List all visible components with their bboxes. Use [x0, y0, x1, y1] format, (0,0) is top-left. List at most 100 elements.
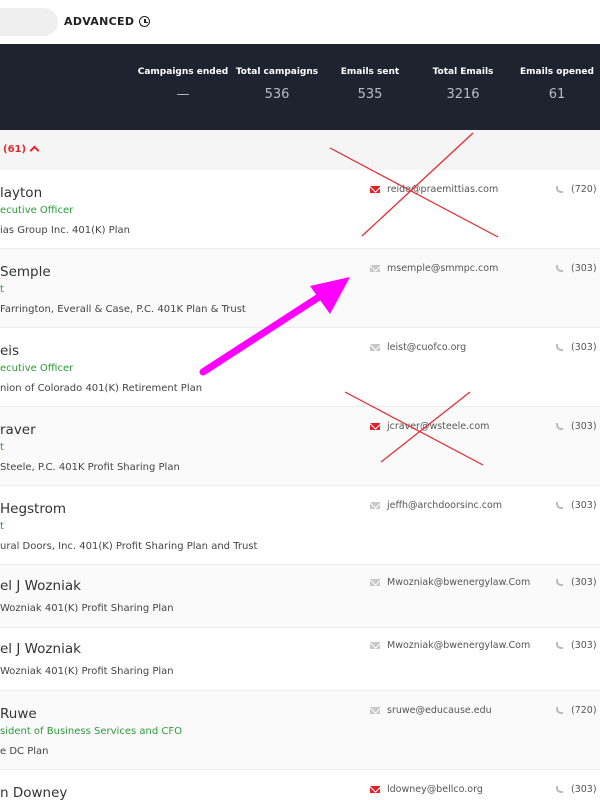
contact-row[interactable]: Semple t Farrington, Everall & Case, P.C… [0, 249, 600, 328]
stat-total-campaigns: Total campaigns 536 [227, 67, 327, 102]
search-input[interactable] [0, 8, 58, 36]
stat-label: Campaigns ended [137, 67, 229, 77]
envelope-icon [370, 265, 380, 272]
chevron-up-icon[interactable] [29, 145, 40, 156]
contact-plan: ias Group Inc. 401(K) Plan [0, 225, 130, 236]
contact-row[interactable]: el J Wozniak Wozniak 401(K) Profit Shari… [0, 565, 600, 628]
advanced-label: ADVANCED [64, 15, 135, 28]
contact-name[interactable]: el J Wozniak [0, 578, 81, 594]
contact-phone[interactable]: (303) 6 [556, 784, 600, 795]
contact-title: ecutive Officer [0, 205, 74, 216]
stat-emails-sent: Emails sent 535 [320, 67, 420, 102]
contact-title: sident of Business Services and CFO [0, 726, 182, 737]
phone-icon [556, 423, 563, 430]
contact-phone[interactable]: (303) 4 [556, 577, 600, 588]
stat-label: Total Emails [432, 67, 494, 77]
contact-phone[interactable]: (720) 4 [556, 705, 600, 716]
envelope-icon [370, 186, 380, 193]
contact-name[interactable]: eis [0, 343, 19, 359]
contact-row[interactable]: el J Wozniak Wozniak 401(K) Profit Shari… [0, 628, 600, 691]
email-address[interactable]: jeffh@archdoorsinc.com [387, 500, 502, 511]
contact-email[interactable]: ldowney@bellco.org [370, 784, 483, 795]
contact-plan: nion of Colorado 401(K) Retirement Plan [0, 383, 203, 394]
phone-number[interactable]: (303) 5 [571, 263, 600, 274]
contact-name[interactable]: Ruwe [0, 706, 37, 722]
phone-icon [556, 786, 563, 793]
stat-label: Emails opened [520, 67, 594, 77]
phone-number[interactable]: (303) 6 [571, 784, 600, 795]
envelope-icon [370, 642, 380, 649]
contact-email[interactable]: jeffh@archdoorsinc.com [370, 500, 502, 511]
email-address[interactable]: msemple@smmpc.com [387, 263, 498, 274]
contact-phone[interactable]: (303) 5 [556, 263, 600, 274]
phone-number[interactable]: (303) 8 [571, 342, 600, 353]
phone-number[interactable]: (303) 4 [571, 577, 600, 588]
phone-icon [556, 707, 563, 714]
contact-name[interactable]: layton [0, 185, 42, 201]
contact-email[interactable]: Mwozniak@bwenergylaw.Com [370, 577, 530, 588]
contact-email[interactable]: jcraver@wsteele.com [370, 421, 489, 432]
contact-row[interactable]: Ruwe sident of Business Services and CFO… [0, 691, 600, 770]
contact-phone[interactable]: (303) 3 [556, 500, 600, 511]
clock-icon [139, 16, 151, 27]
phone-number[interactable]: (720) 4 [571, 705, 600, 716]
envelope-icon [370, 579, 380, 586]
phone-icon [556, 265, 563, 272]
phone-icon [556, 502, 563, 509]
email-address[interactable]: ldowney@bellco.org [387, 784, 483, 795]
email-address[interactable]: jcraver@wsteele.com [387, 421, 489, 432]
stat-value: 61 [548, 87, 566, 102]
contact-title: t [0, 442, 4, 453]
group-count: (61) [3, 144, 27, 155]
contact-plan: ural Doors, Inc. 401(K) Profit Sharing P… [0, 541, 258, 552]
contact-phone[interactable]: (720) 3 [556, 184, 600, 195]
advanced-button[interactable]: ADVANCED [64, 15, 151, 28]
contact-row[interactable]: eis ecutive Officer nion of Colorado 401… [0, 328, 600, 407]
stats-bar: Campaigns ended — Total campaigns 536 Em… [0, 44, 600, 130]
stat-label: Total campaigns [235, 67, 319, 77]
contact-phone[interactable]: (303) 8 [556, 342, 600, 353]
contact-row[interactable]: n Downey ldowney@bellco.org (303) 6 [0, 770, 600, 800]
phone-icon [556, 186, 563, 193]
contact-email[interactable]: Mwozniak@bwenergylaw.Com [370, 640, 530, 651]
envelope-icon [370, 707, 380, 714]
email-address[interactable]: sruwe@educause.edu [387, 705, 492, 716]
phone-number[interactable]: (303) 2 [571, 421, 600, 432]
contact-name[interactable]: n Downey [0, 785, 67, 800]
contact-email[interactable]: leist@cuofco.org [370, 342, 466, 353]
contact-phone[interactable]: (303) 4 [556, 640, 600, 651]
stat-value: 535 [357, 87, 383, 102]
group-header[interactable]: (61) [0, 130, 600, 170]
contact-name[interactable]: el J Wozniak [0, 641, 81, 657]
contact-email[interactable]: reide@praemittias.com [370, 184, 498, 195]
email-address[interactable]: leist@cuofco.org [387, 342, 466, 353]
contact-name[interactable]: raver [0, 422, 36, 438]
contact-phone[interactable]: (303) 2 [556, 421, 600, 432]
contact-email[interactable]: sruwe@educause.edu [370, 705, 492, 716]
envelope-icon [370, 502, 380, 509]
phone-number[interactable]: (303) 3 [571, 500, 600, 511]
contact-plan: Wozniak 401(K) Profit Sharing Plan [0, 666, 174, 677]
email-address[interactable]: reide@praemittias.com [387, 184, 498, 195]
phone-icon [556, 579, 563, 586]
contact-row[interactable]: raver t Steele, P.C. 401K Profit Sharing… [0, 407, 600, 486]
contact-row[interactable]: Hegstrom t ural Doors, Inc. 401(K) Profi… [0, 486, 600, 565]
contact-title: ecutive Officer [0, 363, 74, 374]
stat-value: — [176, 87, 190, 102]
phone-number[interactable]: (303) 4 [571, 640, 600, 651]
phone-icon [556, 642, 563, 649]
phone-icon [556, 344, 563, 351]
contact-name[interactable]: Semple [0, 264, 51, 280]
stat-label: Emails sent [340, 67, 400, 77]
email-address[interactable]: Mwozniak@bwenergylaw.Com [387, 577, 530, 588]
contact-plan: Wozniak 401(K) Profit Sharing Plan [0, 603, 174, 614]
phone-number[interactable]: (720) 3 [571, 184, 600, 195]
contact-email[interactable]: msemple@smmpc.com [370, 263, 498, 274]
contact-plan: Farrington, Everall & Case, P.C. 401K Pl… [0, 304, 246, 315]
contact-name[interactable]: Hegstrom [0, 501, 66, 517]
contact-row[interactable]: layton ecutive Officer ias Group Inc. 40… [0, 170, 600, 249]
email-address[interactable]: Mwozniak@bwenergylaw.Com [387, 640, 530, 651]
contact-title: t [0, 521, 4, 532]
contact-plan: Steele, P.C. 401K Profit Sharing Plan [0, 462, 180, 473]
contact-plan: e DC Plan [0, 746, 49, 757]
